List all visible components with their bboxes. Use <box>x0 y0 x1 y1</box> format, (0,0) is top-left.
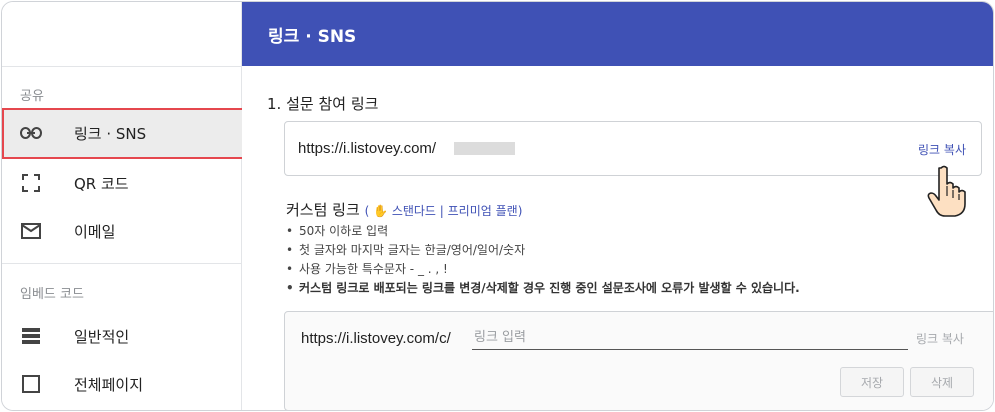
pointer-hand-icon <box>927 164 967 218</box>
sidebar-item-label: 일반적인 <box>74 327 130 346</box>
section-label-embed: 임베드 코드 <box>20 287 84 302</box>
sidebar-item-label: 링크 · SNS <box>74 125 147 143</box>
sidebar-divider <box>2 263 241 264</box>
square-icon <box>20 374 42 394</box>
copy-link-button[interactable]: 링크 복사 <box>918 141 966 158</box>
sidebar-item-fullpage[interactable]: 전체페이지 <box>2 360 241 408</box>
plan-badge: ( ✋ 스탠다드 | 프리미엄 플랜) <box>364 204 523 218</box>
sidebar-item-label: QR 코드 <box>74 174 129 193</box>
custom-link-input[interactable] <box>472 326 908 350</box>
app-frame: 공유 링크 · SNS QR 코드 이메일 임베드 코드 일반적인 전체페이지 … <box>1 1 994 411</box>
sidebar-top <box>2 2 241 67</box>
sidebar-item-label: 전체페이지 <box>74 375 144 394</box>
save-button[interactable]: 저장 <box>840 367 904 397</box>
redacted-link-id <box>454 142 515 155</box>
list-icon <box>20 326 42 346</box>
custom-link-label: 커스텀 링크 <box>286 201 360 219</box>
custom-link-prefix: https://i.listovey.com/c/ <box>301 330 451 347</box>
custom-link-title: 커스텀 링크 ( ✋ 스탠다드 | 프리미엄 플랜) <box>286 199 522 220</box>
sidebar-item-qr-code[interactable]: QR 코드 <box>2 159 241 207</box>
page-header: 링크 · SNS <box>242 2 993 66</box>
survey-link-url: https://i.listovey.com/ <box>298 140 437 157</box>
sidebar-item-label: 이메일 <box>74 222 116 241</box>
main-content: 1. 설문 참여 링크 https://i.listovey.com/ 링크 복… <box>242 66 993 410</box>
custom-link-rules: 50자 이하로 입력 첫 글자와 마지막 글자는 한글/영어/일어/숫자 사용 … <box>286 222 800 298</box>
sidebar-item-link-sns[interactable]: 링크 · SNS <box>2 108 245 159</box>
page-title: 링크 · SNS <box>268 27 357 47</box>
sidebar-item-email[interactable]: 이메일 <box>2 207 241 255</box>
section-label-share: 공유 <box>20 89 44 104</box>
mail-icon <box>20 221 42 241</box>
warning-item: 커스텀 링크로 배포되는 링크를 변경/삭제할 경우 진행 중인 설문조사에 오… <box>286 279 800 298</box>
custom-link-box: https://i.listovey.com/c/ 링크 복사 저장 삭제 <box>284 311 993 410</box>
list-item: 사용 가능한 특수문자 - _ . , ! <box>286 260 800 279</box>
delete-button[interactable]: 삭제 <box>910 367 974 397</box>
link-icon <box>20 123 42 143</box>
qr-frame-icon <box>20 173 42 193</box>
list-item: 50자 이하로 입력 <box>286 222 800 241</box>
sidebar-item-general[interactable]: 일반적인 <box>2 312 241 360</box>
custom-copy-link-button[interactable]: 링크 복사 <box>916 330 964 347</box>
sidebar: 공유 링크 · SNS QR 코드 이메일 임베드 코드 일반적인 전체페이지 <box>2 2 245 410</box>
survey-link-box: https://i.listovey.com/ 링크 복사 <box>284 121 982 176</box>
list-item: 첫 글자와 마지막 글자는 한글/영어/일어/숫자 <box>286 241 800 260</box>
section-title: 1. 설문 참여 링크 <box>267 95 379 113</box>
